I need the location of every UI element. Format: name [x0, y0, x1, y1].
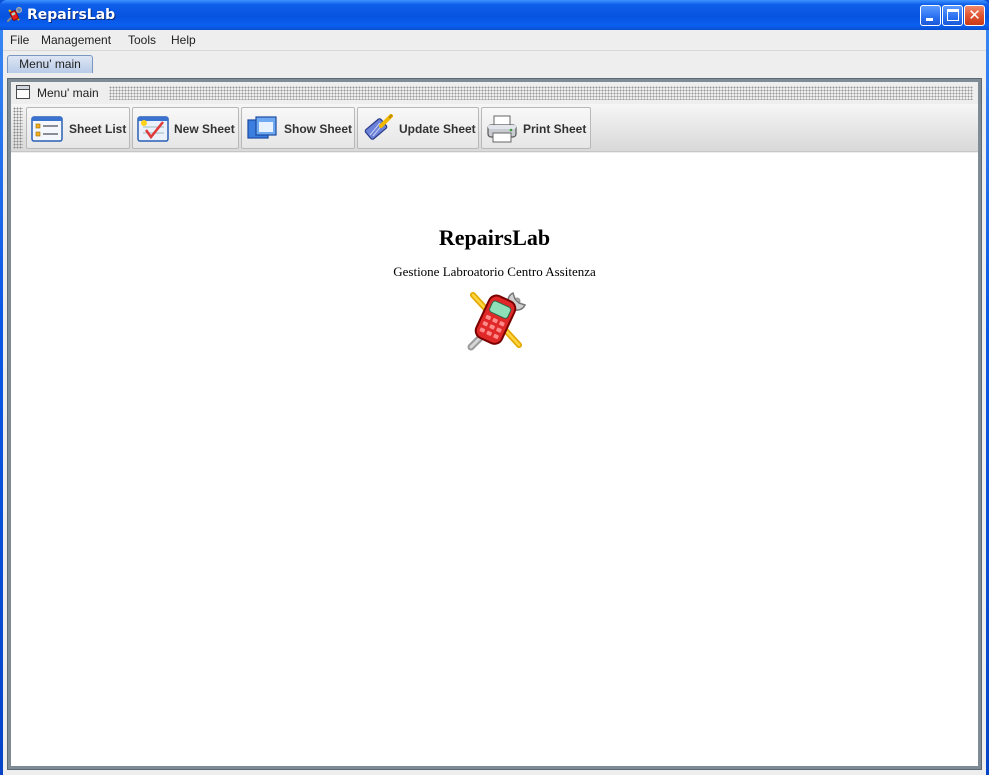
splash-title: RepairsLab — [438, 225, 551, 250]
minimize-button[interactable] — [920, 5, 941, 26]
internal-frame: Menu' main Sheet List New Sheet Show She… — [7, 78, 982, 770]
client-area: File Management Tools Help Menu' main Me… — [3, 30, 986, 775]
show-sheet-button[interactable]: Show Sheet — [241, 107, 355, 149]
maximize-icon — [947, 9, 959, 21]
update-sheet-button[interactable]: Update Sheet — [357, 107, 479, 149]
window-icon — [16, 85, 30, 99]
tab-strip: Menu' main — [3, 50, 986, 73]
title-bar[interactable]: RepairsLab ✕ — [0, 0, 989, 30]
show-sheet-label: Show Sheet — [284, 122, 353, 136]
maximize-button[interactable] — [942, 5, 963, 26]
list-icon — [31, 116, 63, 142]
close-button[interactable]: ✕ — [964, 5, 985, 26]
menu-file[interactable]: File — [10, 33, 29, 47]
minimize-icon — [926, 18, 933, 21]
splash-subtitle: Gestione Labroatorio Centro Assitenza — [393, 264, 596, 279]
repairslab-logo-icon — [467, 291, 527, 351]
menu-tools[interactable]: Tools — [128, 33, 156, 47]
internal-frame-body: Menu' main Sheet List New Sheet Show She… — [11, 82, 978, 766]
new-sheet-icon — [137, 116, 169, 142]
repairslab-logo-icon — [6, 7, 22, 23]
toolbar-grip-handle[interactable] — [13, 107, 23, 149]
new-sheet-button[interactable]: New Sheet — [132, 107, 239, 149]
internal-frame-title-bar[interactable]: Menu' main — [11, 82, 978, 104]
print-sheet-button[interactable]: Print Sheet — [481, 107, 591, 149]
menu-bar: File Management Tools Help — [3, 30, 986, 50]
update-sheet-icon — [364, 114, 393, 140]
menu-help[interactable]: Help — [171, 33, 196, 47]
title-grip[interactable] — [109, 86, 973, 100]
update-sheet-label: Update Sheet — [399, 122, 476, 136]
show-sheet-icon — [247, 116, 277, 139]
new-sheet-label: New Sheet — [174, 122, 235, 136]
close-icon: ✕ — [968, 6, 981, 24]
sheet-list-label: Sheet List — [69, 122, 127, 136]
window-title: RepairsLab — [27, 7, 116, 23]
print-sheet-label: Print Sheet — [523, 122, 587, 136]
sheet-list-button[interactable]: Sheet List — [26, 107, 130, 149]
menu-management[interactable]: Management — [41, 33, 111, 47]
main-content: RepairsLab Gestione Labroatorio Centro A… — [11, 153, 978, 766]
toolbar: Sheet List New Sheet Show Sheet Update S… — [11, 104, 978, 152]
printer-icon — [487, 115, 517, 143]
app-window: RepairsLab ✕ File Management Tools Help … — [0, 0, 989, 775]
internal-frame-title: Menu' main — [37, 86, 99, 100]
tab-menu-main[interactable]: Menu' main — [7, 55, 93, 73]
